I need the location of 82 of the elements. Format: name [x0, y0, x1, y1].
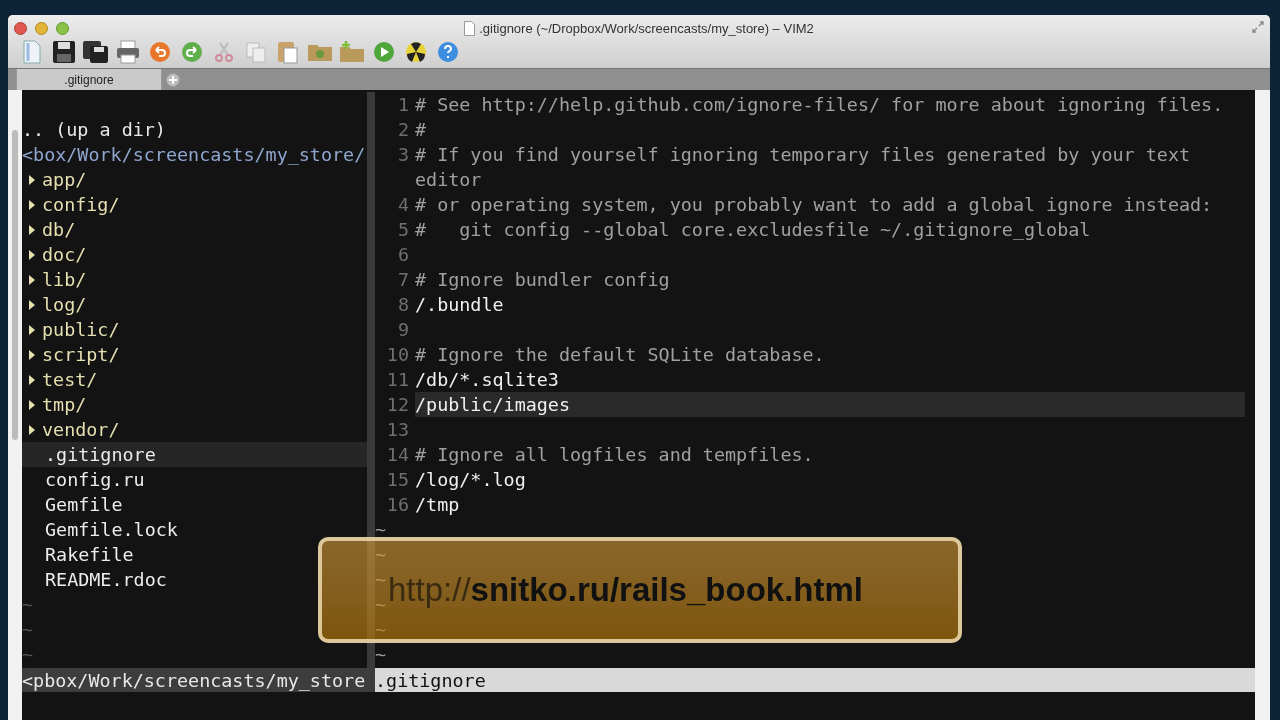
collapsed-arrow-icon[interactable] [28, 298, 36, 311]
line-number: 14 [385, 443, 410, 467]
tilde-marker: ~ [22, 593, 34, 617]
folder-item[interactable]: public/ [42, 317, 120, 342]
print-icon[interactable] [114, 39, 142, 65]
line-number: 5 [396, 218, 410, 242]
zoom-button[interactable] [56, 22, 69, 35]
code-comment: # Ignore the default SQLite database. [415, 343, 826, 367]
code-line: /db/*.sqlite3 [415, 368, 560, 392]
line-number: 16 [385, 493, 410, 517]
file-item[interactable]: Rakefile [22, 542, 134, 567]
line-number: 13 [385, 418, 410, 442]
collapsed-arrow-icon[interactable] [28, 323, 36, 336]
folder-item[interactable]: doc/ [42, 242, 87, 267]
line-number: 2 [396, 118, 410, 142]
folder-item[interactable]: db/ [42, 217, 76, 242]
scrollbar-track[interactable] [1255, 90, 1270, 720]
folder-item[interactable]: log/ [42, 292, 87, 317]
fullscreen-icon[interactable] [1252, 21, 1264, 33]
file-item[interactable]: config.ru [22, 467, 145, 492]
folder-item[interactable]: script/ [42, 342, 120, 367]
new-folder-icon[interactable] [338, 39, 366, 65]
folder-item[interactable]: lib/ [42, 267, 87, 292]
scrollbar-thumb[interactable] [12, 130, 18, 440]
directory-path: <box/Work/screencasts/my_store/ [22, 143, 366, 167]
collapsed-arrow-icon[interactable] [28, 173, 36, 186]
tilde-marker: ~ [375, 618, 387, 642]
folder-item[interactable]: app/ [42, 167, 87, 192]
line-number: 6 [396, 243, 410, 267]
collapsed-arrow-icon[interactable] [28, 373, 36, 386]
tilde-marker: ~ [375, 543, 387, 567]
document-icon [464, 21, 476, 37]
scrollbar-track[interactable] [8, 90, 22, 720]
tilde-marker: ~ [375, 593, 387, 617]
line-number: 11 [385, 368, 410, 392]
save-all-icon[interactable] [82, 39, 110, 65]
file-item[interactable]: README.rdoc [22, 567, 167, 592]
tilde-marker: ~ [375, 568, 387, 592]
collapsed-arrow-icon[interactable] [28, 398, 36, 411]
add-tab-icon[interactable] [166, 72, 180, 87]
code-line: /tmp [415, 493, 461, 517]
folder-item[interactable]: vendor/ [42, 417, 120, 442]
code-line: /log/*.log [415, 468, 527, 492]
save-icon[interactable] [50, 39, 78, 65]
tilde-marker: ~ [22, 643, 34, 667]
folder-item[interactable]: test/ [42, 367, 98, 392]
folder-item[interactable]: tmp/ [42, 392, 87, 417]
file-item[interactable]: Gemfile [22, 492, 123, 517]
tab[interactable]: .gitignore [16, 69, 162, 90]
code-comment: # or operating system, you probably want to add a global ignore instead: [415, 193, 1214, 217]
collapsed-arrow-icon[interactable] [28, 273, 36, 286]
collapsed-arrow-icon[interactable] [28, 423, 36, 436]
line-number: 12 [385, 393, 410, 417]
file-item[interactable]: .gitignore [22, 442, 367, 467]
collapsed-arrow-icon[interactable] [28, 348, 36, 361]
line-number: 15 [385, 468, 410, 492]
line-number: 10 [385, 343, 410, 367]
collapsed-arrow-icon[interactable] [28, 198, 36, 211]
file-item[interactable]: Gemfile.lock [22, 517, 178, 542]
tilde-marker: ~ [375, 643, 387, 667]
line-number: 7 [396, 268, 410, 292]
close-button[interactable] [14, 22, 27, 35]
line-number: 3 [396, 143, 410, 167]
line-number: 9 [396, 318, 410, 342]
code-comment: # Ignore bundler config [415, 268, 671, 292]
code-line: /.bundle [415, 293, 505, 317]
window-title: .gitignore (~/Dropbox/Work/screencasts/my_store) – VIM2 [479, 20, 814, 38]
code-comment: # [415, 118, 428, 142]
code-comment: # git config --global core.excludesfile ~/.gitignore_global [415, 218, 1092, 242]
tilde-marker: ~ [22, 618, 34, 642]
tilde-marker: ~ [375, 518, 387, 542]
line-number: 1 [396, 93, 410, 117]
folder-item[interactable]: config/ [42, 192, 120, 217]
parent-dir-item[interactable]: .. (up a dir) [22, 117, 166, 142]
line-number: 4 [396, 193, 410, 217]
code-comment: # If you find yourself ignoring temporary files generated by your text editor [415, 143, 1192, 192]
collapsed-arrow-icon[interactable] [28, 223, 36, 236]
code-comment: # See http://help.github.com/ignore-files/ for more about ignoring files. [415, 93, 1225, 117]
collapsed-arrow-icon[interactable] [28, 248, 36, 261]
code-comment: # Ignore all logfiles and tempfiles. [415, 443, 815, 467]
minimize-button[interactable] [35, 22, 48, 35]
line-number: 8 [396, 293, 410, 317]
